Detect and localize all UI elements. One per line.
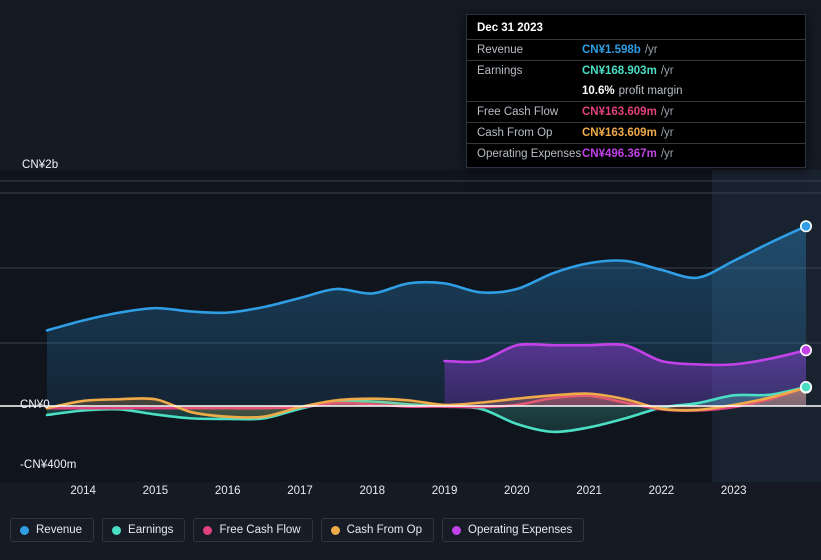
- tooltip-row-label: Free Cash Flow: [477, 106, 559, 118]
- x-axis-tick-2016: 2016: [214, 485, 241, 497]
- tooltip-rows: Revenue CN¥1.598b/yr Earnings CN¥168.903m/y…: [467, 39, 805, 164]
- tooltip-row-unit: /yr: [660, 148, 674, 160]
- tooltip-row-label: Earnings: [477, 65, 523, 77]
- legend-item-label: Revenue: [36, 524, 83, 536]
- tooltip-row-unit: /yr: [644, 44, 658, 56]
- tooltip-row-value: CN¥163.609m: [582, 127, 657, 139]
- legend-color-dot-icon: [330, 525, 340, 535]
- legend-item-revenue[interactable]: Revenue: [10, 518, 95, 542]
- legend-item-cash-from-op[interactable]: Cash From Op: [320, 518, 435, 542]
- endpoint-marker-operating-expenses: [799, 344, 812, 357]
- profit-margin-text: profit margin: [618, 85, 683, 97]
- tooltip-row-unit: /yr: [660, 65, 674, 77]
- legend-item-label: Cash From Op: [346, 524, 423, 536]
- y-axis-label-top: CN¥2b: [22, 159, 59, 171]
- tooltip-row-revenue: Revenue CN¥1.598b/yr: [467, 39, 805, 60]
- tooltip-row-operating-expenses: Operating Expenses CN¥496.367m/yr: [467, 143, 805, 164]
- legend-item-label: Operating Expenses: [468, 524, 573, 536]
- endpoint-marker-earnings: [799, 380, 812, 393]
- tooltip-row-earnings: Earnings CN¥168.903m/yr: [467, 60, 805, 81]
- y-axis-label-bottom: -CN¥400m: [20, 459, 77, 471]
- legend-item-label: Free Cash Flow: [219, 524, 301, 536]
- tooltip-row-label: Operating Expenses: [477, 148, 582, 160]
- x-axis-tick-2018: 2018: [359, 485, 386, 497]
- tooltip-row-cash-from-op: Cash From Op CN¥163.609m/yr: [467, 122, 805, 143]
- x-axis-tick-2019: 2019: [431, 485, 458, 497]
- tooltip-date: Dec 31 2023: [477, 22, 543, 34]
- profit-margin-value: 10.6%: [582, 85, 615, 97]
- legend-color-dot-icon: [20, 525, 29, 535]
- tooltip-row-label: Revenue: [477, 44, 524, 56]
- legend-item-earnings[interactable]: Earnings: [102, 518, 186, 542]
- x-axis-tick-2020: 2020: [504, 485, 530, 497]
- tooltip-row-value: CN¥496.367m: [582, 148, 657, 160]
- tooltip-row-value: CN¥163.609m: [582, 106, 657, 118]
- x-axis-tick-2015: 2015: [142, 485, 169, 497]
- tooltip-row-value: CN¥168.903m: [582, 65, 657, 77]
- legend-color-dot-icon: [452, 525, 462, 535]
- x-axis-tick-2021: 2021: [576, 485, 602, 497]
- tooltip-row-unit: /yr: [660, 127, 674, 139]
- tooltip-row-unit: /yr: [660, 106, 674, 118]
- x-axis-tick-2017: 2017: [287, 485, 313, 497]
- tooltip-row-label: Cash From Op: [477, 127, 553, 139]
- x-axis-tick-2022: 2022: [648, 485, 675, 497]
- y-axis-label-zero: CN¥0: [20, 399, 50, 411]
- legend-color-dot-icon: [203, 525, 213, 535]
- tooltip-row-profit-margin: 10.6% profit margin: [467, 81, 805, 101]
- legend-color-dot-icon: [112, 525, 122, 535]
- chart-legend[interactable]: Revenue Earnings Free Cash Flow Cash From O…: [10, 518, 585, 542]
- x-axis-tick-2014: 2014: [70, 485, 96, 497]
- legend-item-free-cash-flow[interactable]: Free Cash Flow: [193, 518, 313, 542]
- x-axis-tick-2023: 2023: [720, 485, 747, 497]
- tooltip-row-value: CN¥1.598b: [582, 44, 641, 56]
- data-tooltip: Dec 31 2023 Revenue CN¥1.598b/yr Earnings C…: [466, 14, 806, 168]
- tooltip-row-free-cash-flow: Free Cash Flow CN¥163.609m/yr: [467, 101, 805, 122]
- legend-item-operating-expenses[interactable]: Operating Expenses: [442, 518, 585, 542]
- legend-item-label: Earnings: [128, 524, 174, 536]
- stock-financials-chart: CN¥2b CN¥0 -CN¥400m 2014 2015 2016 2017 2018…: [0, 0, 821, 560]
- endpoint-marker-revenue: [799, 220, 812, 233]
